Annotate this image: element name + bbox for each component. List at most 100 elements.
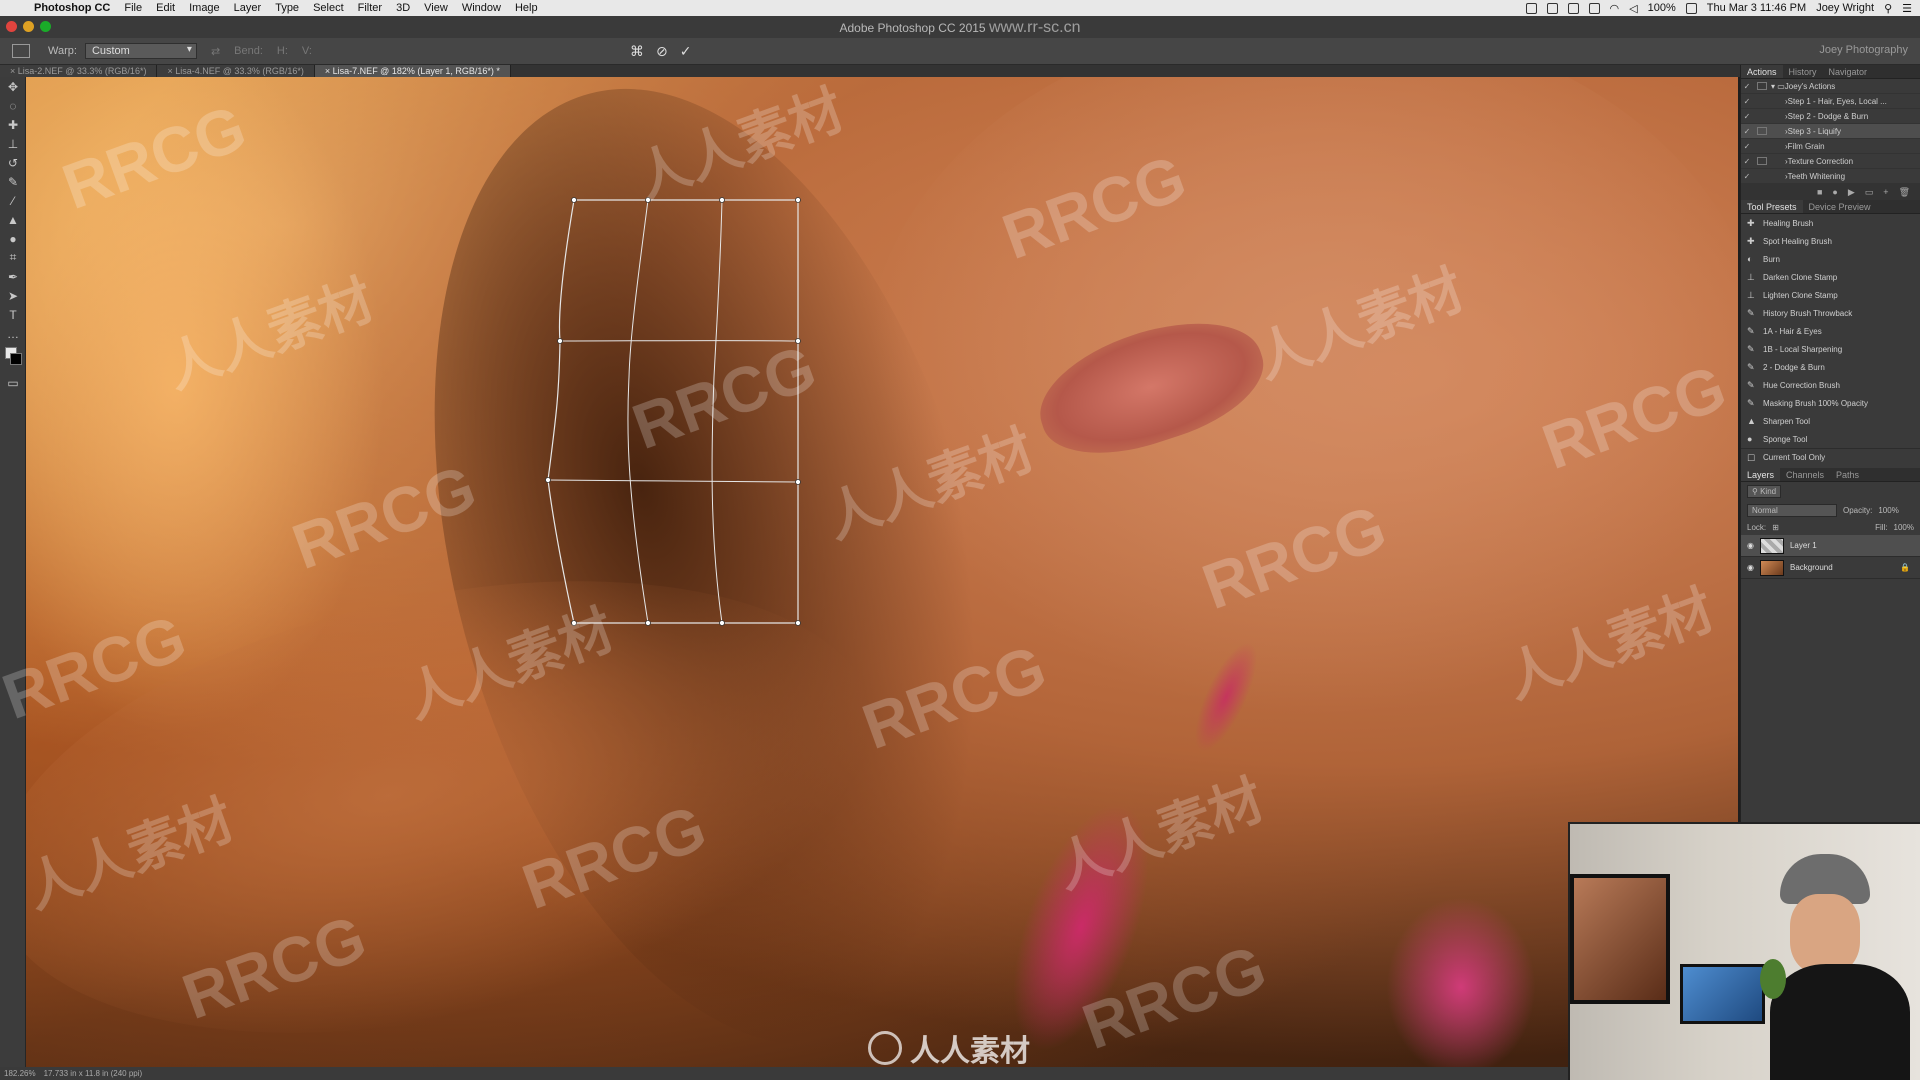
commit-icon[interactable]: ✓ [680, 43, 692, 60]
search-icon[interactable]: ⚲ [1884, 2, 1892, 15]
preset-item[interactable]: ✎ 2 - Dodge & Burn [1741, 358, 1920, 376]
check-icon[interactable]: ✓ [1741, 127, 1753, 136]
orientation-icon[interactable]: ⇄ [211, 45, 220, 58]
preset-item[interactable]: ▲ Sharpen Tool [1741, 412, 1920, 430]
preset-item[interactable]: ✎ 1A - Hair & Eyes [1741, 322, 1920, 340]
lasso-tool-icon[interactable]: ◌ [0, 96, 26, 115]
layer-row[interactable]: ◉ Layer 1 [1741, 535, 1920, 557]
screen-mode-icon[interactable]: ▭ [0, 373, 26, 392]
color-swatches[interactable] [0, 343, 25, 373]
volume-icon[interactable]: ◁ [1629, 2, 1637, 15]
menu-list-icon[interactable]: ☰ [1902, 2, 1912, 15]
menu-edit[interactable]: Edit [156, 2, 175, 14]
blur-tool-icon[interactable]: ● [0, 229, 26, 248]
preset-item[interactable]: ⊥ Darken Clone Stamp [1741, 268, 1920, 286]
check-icon[interactable]: ✓ [1741, 172, 1753, 181]
preset-item[interactable]: ✎ Hue Correction Brush [1741, 376, 1920, 394]
tab-channels[interactable]: Channels [1780, 468, 1830, 481]
dialog-toggle-icon[interactable] [1757, 127, 1767, 135]
crop-tool-icon[interactable]: ⌗ [0, 248, 26, 267]
menu-help[interactable]: Help [515, 2, 538, 14]
dialog-toggle-icon[interactable] [1757, 142, 1767, 150]
tab-navigator[interactable]: Navigator [1823, 65, 1874, 78]
checkbox-icon[interactable]: ☐ [1747, 453, 1757, 463]
status-icon[interactable] [1546, 2, 1558, 14]
pen-tool-icon[interactable]: ✒ [0, 267, 26, 286]
close-icon[interactable]: × [10, 66, 18, 76]
action-row[interactable]: ✓ › Teeth Whitening [1741, 169, 1920, 184]
dialog-toggle-icon[interactable] [1757, 112, 1767, 120]
menu-filter[interactable]: Filter [358, 2, 382, 14]
action-row[interactable]: ✓ › Step 2 - Dodge & Burn [1741, 109, 1920, 124]
menu-type[interactable]: Type [275, 2, 299, 14]
preset-item[interactable]: ✎ 1B - Local Sharpening [1741, 340, 1920, 358]
visibility-icon[interactable]: ◉ [1747, 563, 1754, 572]
dialog-toggle-icon[interactable] [1757, 172, 1767, 180]
warp-select[interactable]: Custom [84, 43, 197, 59]
preset-item[interactable]: ◐ Burn [1741, 250, 1920, 268]
menu-layer[interactable]: Layer [234, 2, 262, 14]
doc-tab-active[interactable]: × Lisa-7.NEF @ 182% (Layer 1, RGB/16*) * [314, 65, 511, 77]
record-icon[interactable]: ● [1832, 187, 1837, 197]
dialog-toggle-icon[interactable] [1757, 157, 1767, 165]
history-brush-icon[interactable]: ↺ [0, 153, 26, 172]
close-icon[interactable]: × [325, 66, 333, 76]
check-icon[interactable]: ✓ [1741, 157, 1753, 166]
visibility-icon[interactable]: ◉ [1747, 541, 1754, 550]
document-canvas[interactable] [26, 77, 1738, 1067]
doc-info[interactable]: 17.733 in x 11.8 in (240 ppi) [44, 1069, 143, 1078]
dodge-tool-icon[interactable]: ▲ [0, 210, 26, 229]
status-icon[interactable] [1525, 2, 1537, 14]
tab-device-preview[interactable]: Device Preview [1803, 200, 1877, 213]
doc-tab[interactable]: × Lisa-2.NEF @ 33.3% (RGB/16*) [0, 65, 158, 77]
menu-view[interactable]: View [424, 2, 448, 14]
preset-item[interactable]: ✚ Healing Brush [1741, 214, 1920, 232]
warp-mesh[interactable] [26, 77, 1738, 1067]
preset-item[interactable]: ⊥ Lighten Clone Stamp [1741, 286, 1920, 304]
blend-mode-select[interactable]: Normal [1747, 504, 1837, 517]
stop-icon[interactable]: ■ [1817, 187, 1822, 197]
preset-item[interactable]: ✚ Spot Healing Brush [1741, 232, 1920, 250]
background-color[interactable] [10, 353, 22, 365]
clock[interactable]: Thu Mar 3 11:46 PM [1707, 2, 1806, 14]
clone-stamp-icon[interactable]: ⊥ [0, 134, 26, 153]
zoom-level[interactable]: 182.26% [4, 1069, 36, 1078]
warp-mode-icon[interactable]: ⌘ [630, 43, 644, 60]
battery-icon[interactable] [1685, 2, 1697, 14]
status-icon[interactable] [1588, 2, 1600, 14]
workspace-label[interactable]: Joey Photography [1819, 44, 1908, 56]
layer-row[interactable]: ◉ Background 🔒 [1741, 557, 1920, 579]
brush-tool-icon[interactable]: ✎ [0, 172, 26, 191]
move-tool-icon[interactable]: ✥ [0, 77, 26, 96]
menu-file[interactable]: File [124, 2, 142, 14]
action-set-row[interactable]: ✓ ▾ ▭ Joey's Actions [1741, 79, 1920, 94]
check-icon[interactable]: ✓ [1741, 142, 1753, 151]
select-tool-icon[interactable]: ➤ [0, 286, 26, 305]
kind-filter[interactable]: ⚲ Kind [1747, 485, 1782, 498]
menu-3d[interactable]: 3D [396, 2, 410, 14]
tab-paths[interactable]: Paths [1830, 468, 1865, 481]
check-icon[interactable]: ✓ [1741, 82, 1753, 91]
app-menu[interactable]: Photoshop CC [34, 2, 110, 14]
action-row[interactable]: ✓ › Step 1 - Hair, Eyes, Local ... [1741, 94, 1920, 109]
new-set-icon[interactable]: ▭ [1865, 187, 1874, 198]
check-icon[interactable]: ✓ [1741, 112, 1753, 121]
tab-layers[interactable]: Layers [1741, 468, 1781, 481]
user-name[interactable]: Joey Wright [1816, 2, 1874, 14]
dialog-toggle-icon[interactable] [1757, 97, 1767, 105]
transform-tool-icon[interactable] [12, 44, 30, 58]
preset-item[interactable]: ✎ Masking Brush 100% Opacity [1741, 394, 1920, 412]
status-icon[interactable] [1567, 2, 1579, 14]
menu-select[interactable]: Select [313, 2, 344, 14]
current-tool-only[interactable]: ☐ Current Tool Only [1741, 448, 1920, 466]
more-tools-icon[interactable]: … [0, 324, 26, 343]
wifi-icon[interactable]: ◠ [1610, 2, 1620, 15]
opacity-value[interactable]: 100% [1878, 506, 1898, 515]
tab-actions[interactable]: Actions [1741, 65, 1783, 78]
play-icon[interactable]: ▶ [1848, 187, 1855, 198]
dialog-toggle-icon[interactable] [1757, 82, 1767, 90]
healing-tool-icon[interactable]: ✚ [0, 115, 26, 134]
new-action-icon[interactable]: + [1883, 187, 1888, 197]
fill-value[interactable]: 100% [1894, 523, 1914, 532]
eyedropper-icon[interactable]: ⁄ [0, 191, 26, 210]
